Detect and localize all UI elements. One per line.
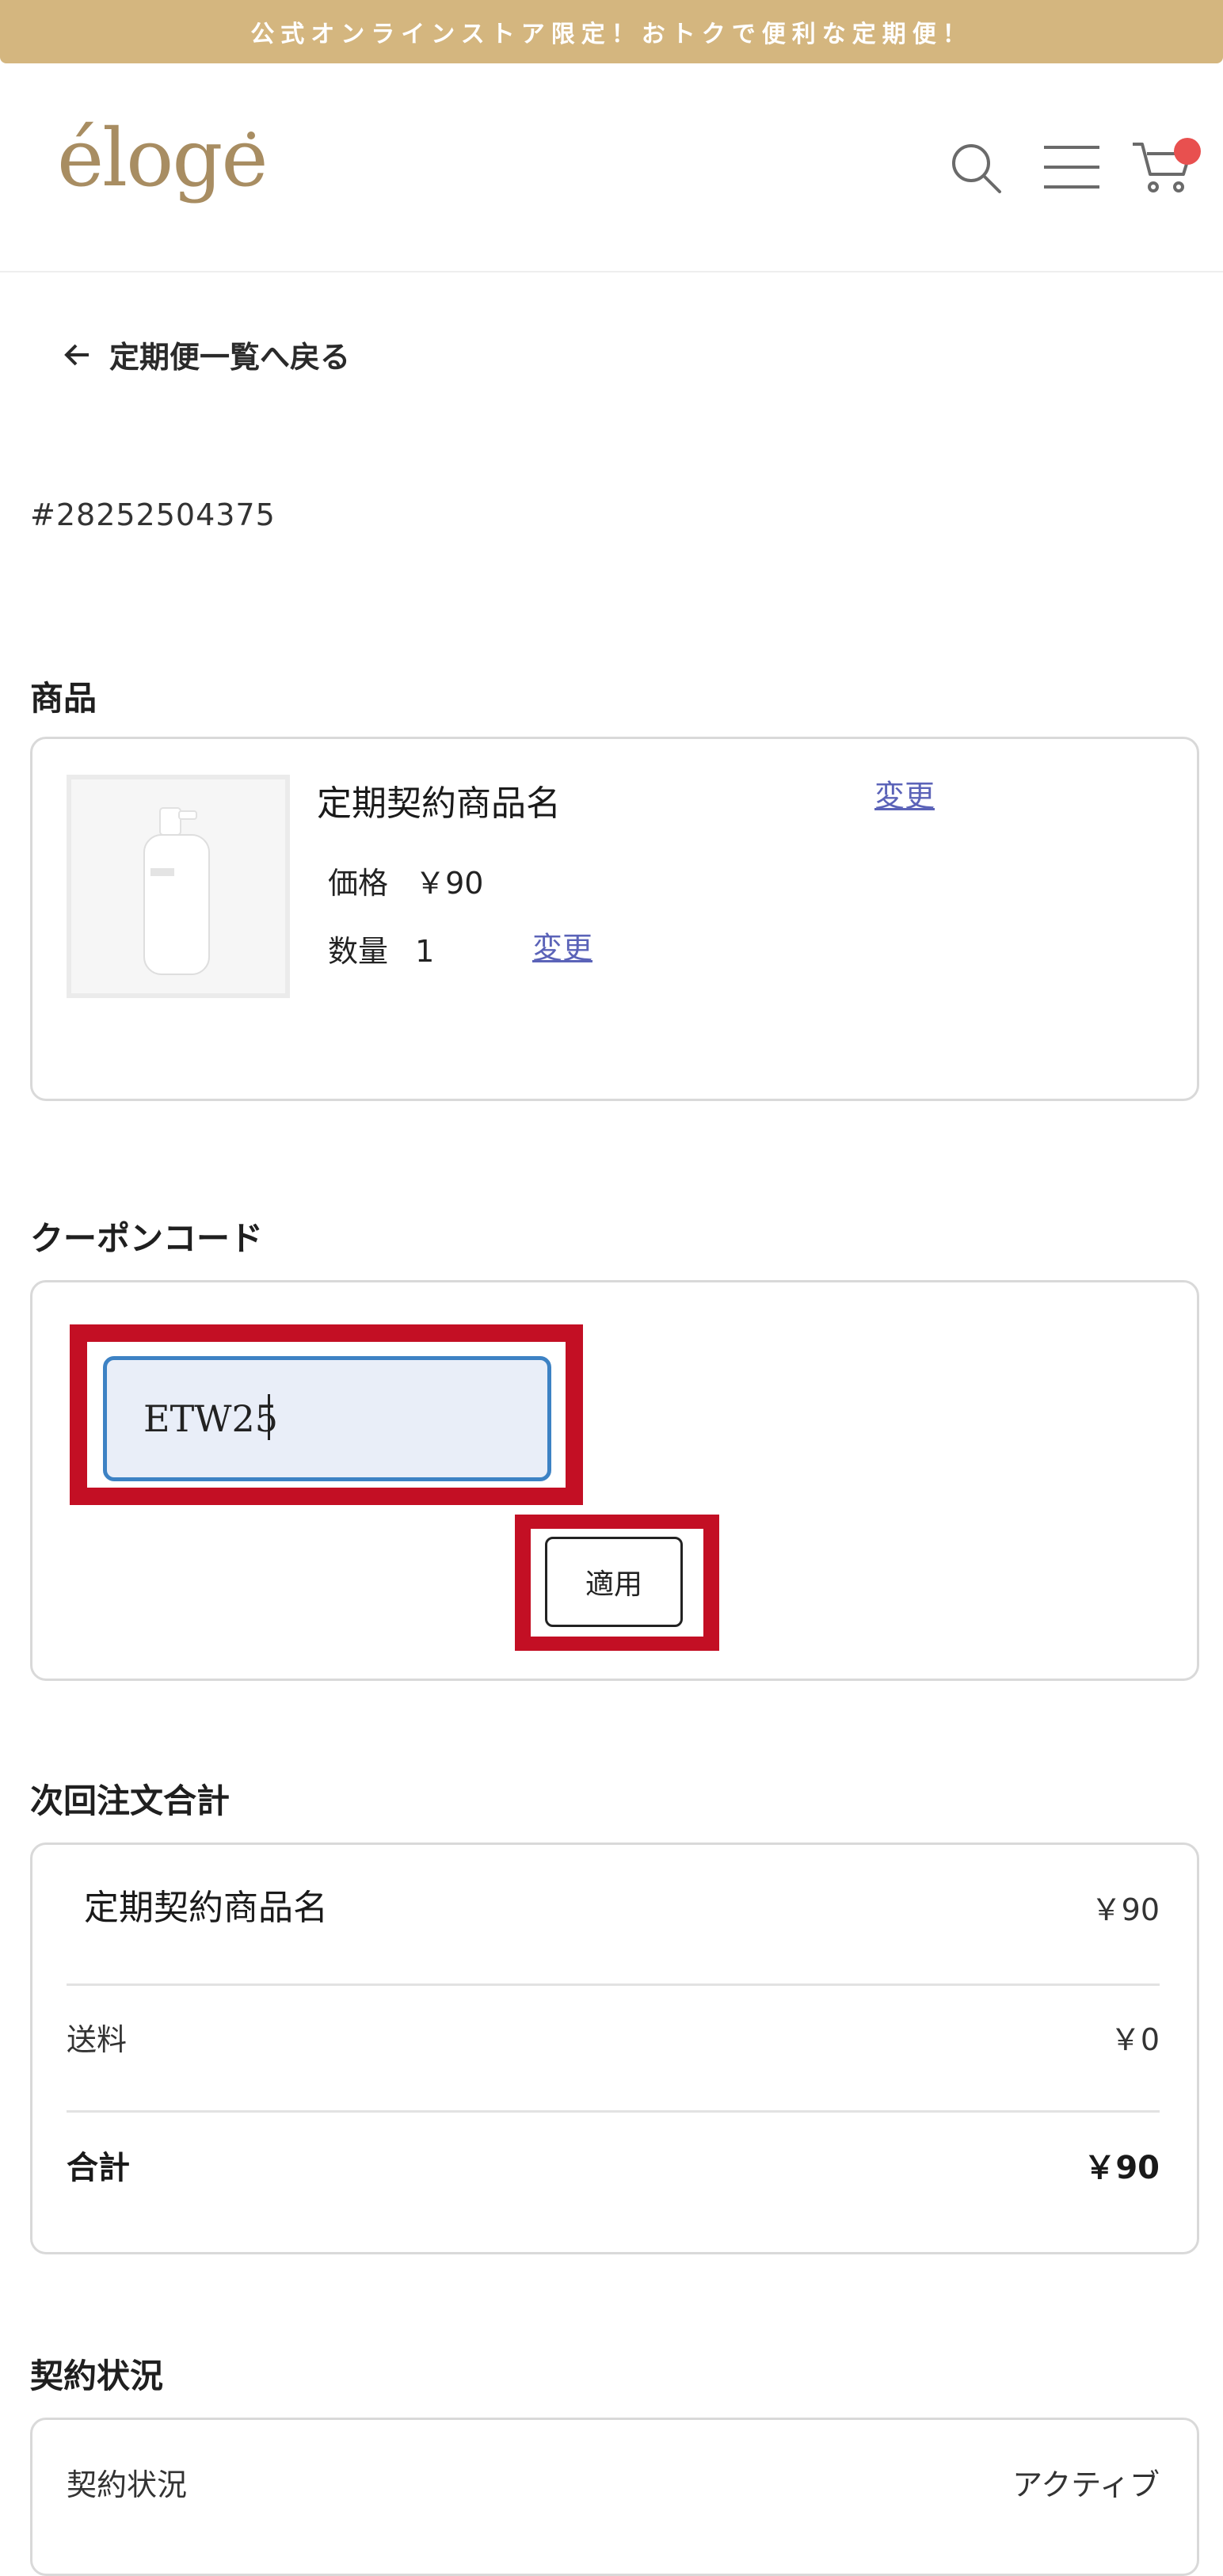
back-link-label: 定期便一覧へ戻る [109,339,351,375]
summary-divider [67,2110,1160,2113]
header-divider [0,271,1223,272]
contract-status-value: アクティブ [1012,2467,1160,2502]
announcement-text: 公式オンラインストア限定！おトクで便利な定期便！ [250,21,973,48]
coupon-title: クーポンコード [30,1219,264,1258]
text-caret [268,1394,270,1440]
search-icon[interactable] [947,139,1004,196]
order-id: #28252504375 [30,497,276,532]
apply-coupon-button[interactable]: 適用 [545,1537,683,1627]
summary-item-name: 定期契約商品名 [84,1888,328,1928]
brand-logo[interactable]: éloge [57,103,269,214]
cart-badge [1174,138,1201,165]
contract-title: 契約状況 [30,2357,164,2395]
coupon-code-input[interactable] [103,1356,551,1481]
price-value: ￥90 [415,866,484,901]
products-title: 商品 [30,679,97,718]
quantity-change-link[interactable]: 変更 [532,924,592,967]
product-change-link[interactable]: 変更 [874,772,935,815]
quantity-row: 数量 1 [328,927,434,970]
announcement-bar: 公式オンラインストア限定！おトクで便利な定期便！ [0,0,1223,63]
product-thumbnail[interactable] [67,775,290,998]
bottle-image [143,807,210,975]
back-link[interactable]: 定期便一覧へ戻る [63,333,350,376]
summary-item-price: ￥90 [1091,1892,1160,1927]
price-row: 価格 ￥90 [328,859,483,902]
arrow-left-icon [64,344,89,365]
summary-divider [67,1983,1160,1986]
price-label: 価格 [328,866,389,901]
menu-icon[interactable] [1042,143,1101,192]
product-name: 定期契約商品名 [317,783,561,824]
shipping-value: ￥0 [1110,2022,1160,2057]
summary-title: 次回注文合計 [30,1781,231,1820]
quantity-label: 数量 [328,934,389,969]
quantity-value: 1 [415,934,435,969]
contract-status-label: 契約状況 [67,2467,188,2502]
total-label: 合計 [67,2150,130,2186]
total-value: ￥90 [1084,2150,1160,2186]
shipping-label: 送料 [67,2022,128,2057]
logo-dot [247,131,255,139]
